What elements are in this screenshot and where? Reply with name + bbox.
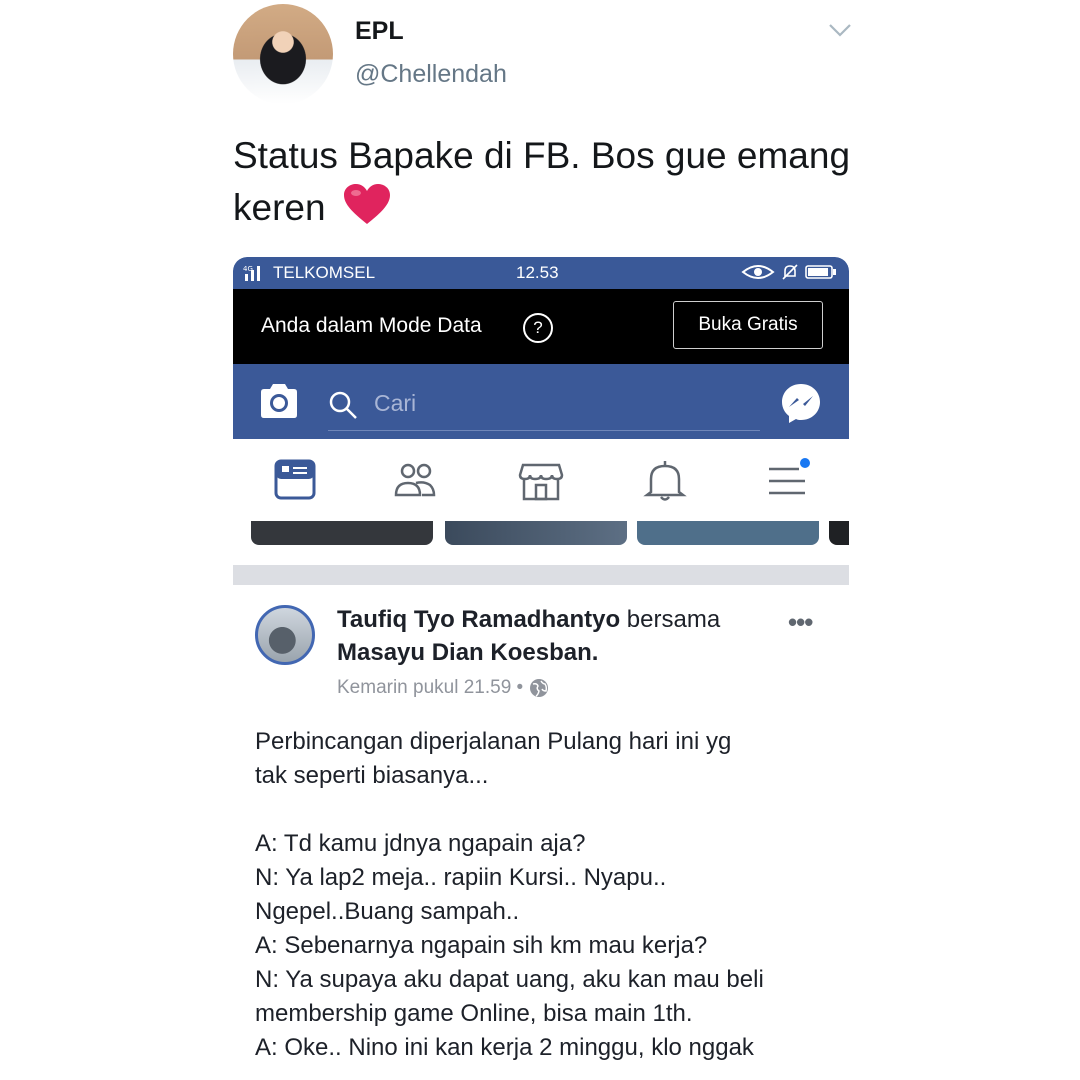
- feed-post: Taufiq Tyo Ramadhantyo bersama Masayu Di…: [233, 585, 849, 1080]
- bell-muted-icon: [782, 264, 798, 280]
- carrier-name: TELKOMSEL: [273, 263, 376, 282]
- messenger-icon[interactable]: [780, 382, 822, 424]
- post-body: Perbincangan diperjalanan Pulang hari in…: [255, 725, 835, 1065]
- chevron-down-icon[interactable]: [826, 20, 854, 40]
- menu-icon[interactable]: [763, 457, 811, 505]
- facebook-screenshot: 4G TELKOMSEL 12.53 Anda dalam Mode Data …: [233, 257, 849, 1080]
- search-icon: [329, 391, 357, 419]
- news-feed-icon[interactable]: [271, 457, 319, 505]
- post-with-word: bersama: [626, 606, 721, 633]
- post-body-line: tak seperti biasanya...: [255, 762, 489, 789]
- post-body-line: [255, 793, 835, 827]
- data-mode-text: Anda dalam Mode Data: [261, 314, 482, 337]
- story-card[interactable]: [251, 521, 433, 545]
- tweet-avatar[interactable]: [233, 4, 333, 104]
- post-options-button[interactable]: •••: [788, 607, 813, 638]
- carrier: 4G TELKOMSEL: [243, 263, 375, 283]
- notifications-icon[interactable]: [641, 457, 689, 505]
- post-author-avatar[interactable]: [255, 605, 315, 665]
- phone-status-bar: 4G TELKOMSEL 12.53: [233, 257, 849, 289]
- data-mode-bar: Anda dalam Mode Data ? Buka Gratis: [233, 289, 849, 364]
- marketplace-icon[interactable]: [517, 457, 565, 505]
- heart-icon: [343, 184, 390, 224]
- tweet-author-name[interactable]: EPL: [355, 17, 404, 46]
- status-icons: [741, 263, 837, 281]
- story-card[interactable]: [445, 521, 627, 545]
- post-tagged-name[interactable]: Masayu Dian Koesban.: [337, 639, 598, 666]
- post-body-line: A: Oke.. Nino ini kan kerja 2 minggu, kl…: [255, 1034, 754, 1061]
- tweet-text: Status Bapake di FB. Bos gue emang keren: [233, 130, 873, 234]
- eye-icon: [741, 265, 775, 279]
- globe-icon: [530, 679, 549, 697]
- post-body-line: A: Td kamu jdnya ngapain aja?: [255, 830, 586, 857]
- post-header: Taufiq Tyo Ramadhantyo bersama Masayu Di…: [337, 603, 757, 669]
- story-card[interactable]: [829, 521, 849, 545]
- feed-divider: [233, 565, 849, 585]
- open-free-button[interactable]: Buka Gratis: [673, 301, 823, 349]
- clock: 12.53: [516, 263, 559, 282]
- post-timestamp[interactable]: Kemarin pukul 21.59 •: [337, 677, 523, 699]
- tweet-text-content: Status Bapake di FB. Bos gue emang keren: [233, 135, 851, 228]
- camera-icon[interactable]: [258, 382, 300, 420]
- help-icon[interactable]: ?: [523, 313, 553, 343]
- facebook-tab-bar: [233, 439, 849, 521]
- facebook-header: Cari: [233, 364, 849, 439]
- search-input[interactable]: Cari: [328, 376, 760, 431]
- post-author-name[interactable]: Taufiq Tyo Ramadhantyo: [337, 606, 620, 633]
- battery-icon: [805, 265, 836, 279]
- post-meta: Kemarin pukul 21.59 •: [337, 677, 549, 699]
- post-body-line: N: Ya lap2 meja.. rapiin Kursi.. Nyapu..: [255, 864, 667, 891]
- post-body-line: Perbincangan diperjalanan Pulang hari in…: [255, 728, 732, 755]
- post-body-line: A: Sebenarnya ngapain sih km mau kerja?: [255, 932, 708, 959]
- stories-strip: [233, 521, 849, 565]
- post-body-line: Ngepel..Buang sampah..: [255, 898, 520, 925]
- search-placeholder: Cari: [374, 390, 417, 416]
- post-body-line: N: Ya supaya aku dapat uang, aku kan mau…: [255, 966, 764, 993]
- tweet-author-handle[interactable]: @Chellendah: [355, 60, 507, 89]
- signal-icon: 4G: [243, 265, 260, 281]
- post-body-line: membership game Online, bisa main 1th.: [255, 1000, 693, 1027]
- friends-icon[interactable]: [391, 457, 439, 505]
- story-card[interactable]: [637, 521, 819, 545]
